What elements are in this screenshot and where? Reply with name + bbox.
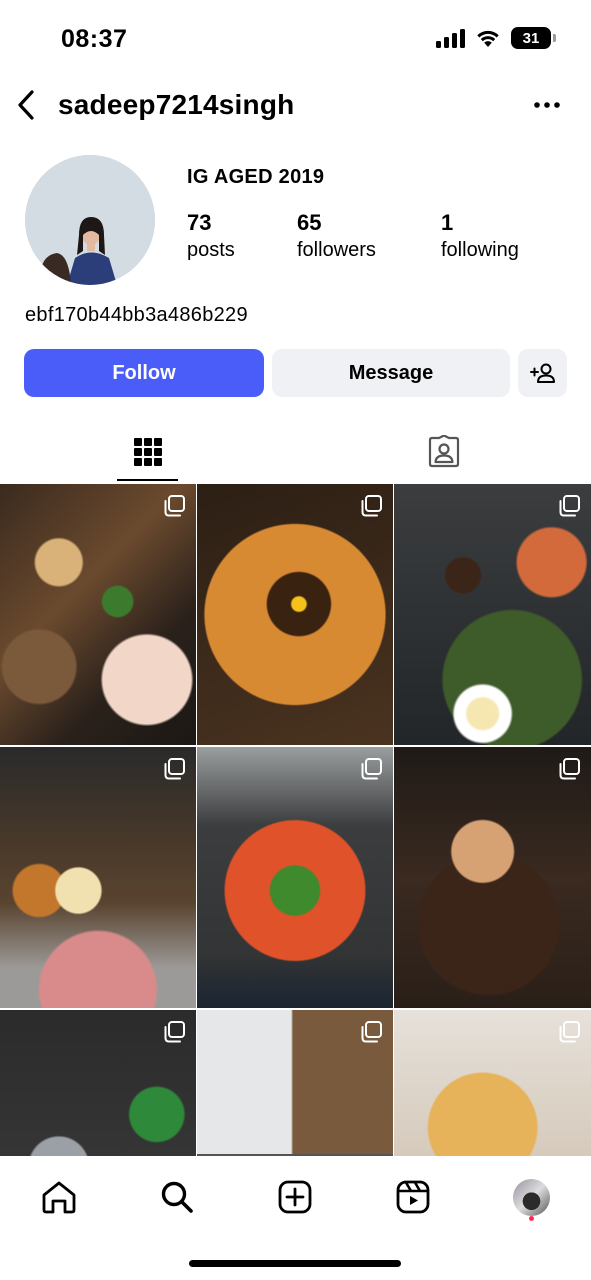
notification-dot (529, 1216, 534, 1221)
multiple-photos-icon (164, 758, 185, 780)
stat-count: 73 (187, 210, 212, 235)
multiple-photos-icon (164, 1021, 185, 1043)
nav-home[interactable] (34, 1172, 84, 1222)
tab-posts-grid[interactable] (117, 420, 178, 484)
status-icons: 31 (436, 27, 556, 49)
stat-following[interactable]: 1 following (441, 210, 519, 262)
nav-profile[interactable] (506, 1172, 556, 1222)
post-thumbnail[interactable] (197, 484, 393, 745)
profile-header: sadeep7214singh (0, 80, 591, 130)
suggested-users-button[interactable] (518, 349, 567, 397)
multiple-photos-icon (164, 495, 185, 517)
add-person-icon (529, 363, 555, 383)
stat-label: posts (187, 239, 235, 261)
profile-tabs (0, 420, 591, 484)
profile-name: IG AGED 2019 (187, 166, 325, 188)
profile-stats: 73 posts 65 followers 1 following (0, 210, 591, 270)
post-thumbnail[interactable] (394, 747, 591, 1008)
post-thumbnail[interactable] (197, 1010, 393, 1156)
stat-label: followers (297, 239, 376, 261)
profile-avatar-icon (512, 1178, 550, 1216)
follow-button[interactable]: Follow (24, 349, 264, 397)
post-thumbnail[interactable] (0, 747, 196, 1008)
post-thumbnail[interactable] (394, 484, 591, 745)
multiple-photos-icon (559, 495, 580, 517)
more-horizontal-icon[interactable] (529, 88, 565, 122)
post-thumbnail[interactable] (0, 484, 196, 745)
stat-count: 1 (441, 210, 454, 235)
status-bar: 08:37 31 (0, 0, 591, 80)
cellular-signal-icon (436, 28, 465, 48)
page-title: sadeep7214singh (58, 89, 295, 120)
post-thumbnail[interactable] (0, 1010, 196, 1156)
post-thumbnail[interactable] (394, 1010, 591, 1156)
plus-square-icon (278, 1180, 312, 1214)
stat-label: following (441, 239, 519, 261)
multiple-photos-icon (559, 758, 580, 780)
stat-count: 65 (297, 210, 322, 235)
chevron-left-icon[interactable] (8, 84, 44, 126)
battery-icon: 31 (511, 27, 556, 49)
grid-icon (133, 438, 162, 466)
nav-search[interactable] (152, 1172, 202, 1222)
tagged-user-icon (428, 435, 459, 468)
multiple-photos-icon (559, 1021, 580, 1043)
message-button[interactable]: Message (272, 349, 510, 397)
stat-followers[interactable]: 65 followers (297, 210, 376, 262)
multiple-photos-icon (361, 758, 382, 780)
post-thumbnail[interactable] (197, 747, 393, 1008)
nav-reels[interactable] (388, 1172, 438, 1222)
tab-tagged[interactable] (413, 420, 474, 484)
nav-create[interactable] (270, 1172, 320, 1222)
home-indicator[interactable] (189, 1260, 401, 1267)
multiple-photos-icon (361, 495, 382, 517)
wifi-icon (477, 30, 499, 47)
reels-icon (396, 1180, 430, 1214)
search-icon (161, 1181, 193, 1213)
stat-posts[interactable]: 73 posts (187, 210, 235, 262)
profile-bio: ebf170b44bb3a486b229 (25, 304, 248, 326)
active-tab-indicator (117, 479, 178, 481)
posts-grid (0, 484, 591, 1156)
multiple-photos-icon (361, 1021, 382, 1043)
battery-level: 31 (522, 29, 540, 47)
status-time: 08:37 (61, 25, 128, 53)
home-icon (42, 1181, 76, 1214)
